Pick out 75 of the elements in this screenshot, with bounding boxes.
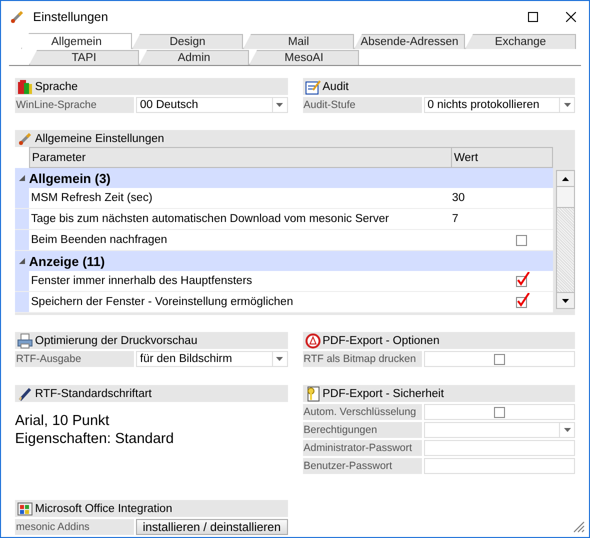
parameter-cell-text: Beim Beenden nachfragen bbox=[30, 233, 168, 248]
pencil-icon bbox=[17, 386, 33, 402]
dropdown-field[interactable]: 00 Deutsch bbox=[136, 97, 288, 113]
tab[interactable]: Allgemein bbox=[21, 33, 132, 49]
maximize-icon[interactable] bbox=[528, 12, 538, 22]
section-title: Allgemeine Einstellungen bbox=[35, 132, 164, 144]
tab[interactable]: Exchange bbox=[465, 34, 576, 49]
close-icon[interactable] bbox=[566, 12, 576, 22]
expand-icon[interactable] bbox=[19, 258, 25, 264]
caret-icon[interactable] bbox=[564, 103, 570, 107]
field-label: WinLine-Sprache bbox=[15, 97, 134, 113]
value-cell-text: 7 bbox=[451, 212, 460, 227]
tab[interactable]: Admin bbox=[139, 50, 249, 65]
group-row[interactable]: Allgemein (3) bbox=[15, 168, 553, 188]
wand-icon bbox=[9, 9, 25, 25]
field-label: Administrator-Passwort bbox=[302, 440, 422, 456]
parameter-cell-text: MSM Refresh Zeit (sec) bbox=[30, 191, 154, 206]
tree-row[interactable]: MSM Refresh Zeit (sec) 30 bbox=[15, 188, 553, 209]
group-title: Allgemein (3) bbox=[29, 170, 111, 186]
printer-icon bbox=[17, 332, 33, 348]
parameter-cell-text: Speichern der Fenster - Voreinstellung ermöglichen bbox=[30, 295, 294, 310]
notepad-icon bbox=[304, 78, 320, 94]
group-title: Anzeige (11) bbox=[29, 254, 105, 268]
tab[interactable]: TAPI bbox=[29, 50, 139, 65]
tab[interactable]: Absende-Adressen bbox=[354, 34, 465, 49]
checkbox[interactable] bbox=[494, 354, 505, 364]
tree-row[interactable]: Beim Beenden nachfragen bbox=[15, 230, 553, 251]
caret-icon[interactable] bbox=[564, 428, 570, 432]
field-label: RTF-Ausgabe bbox=[15, 351, 134, 367]
parameter-cell-text: Fenster immer innerhalb des Hauptfensters bbox=[30, 274, 254, 289]
group-row[interactable]: Anzeige (11) bbox=[15, 251, 553, 271]
caret-icon[interactable] bbox=[276, 103, 283, 107]
tab[interactable]: Design bbox=[132, 34, 243, 49]
font-description: Eigenschaften: Standard bbox=[15, 430, 175, 448]
column-header: Wert bbox=[453, 150, 480, 166]
section-title: Optimierung der Druckvorschau bbox=[35, 334, 198, 346]
checkbox[interactable] bbox=[494, 406, 505, 418]
tree-row[interactable]: Tage bis zum nächsten automatischen Download vom mesonic Server 7 bbox=[15, 209, 553, 230]
dropdown-field[interactable] bbox=[424, 422, 575, 438]
font-description: Arial, 10 Punkt bbox=[15, 412, 110, 430]
field-label: Berechtigungen bbox=[302, 422, 422, 438]
field-label: Autom. Verschlüsselung bbox=[302, 404, 422, 420]
input-field[interactable] bbox=[424, 458, 575, 474]
tab[interactable]: Mail bbox=[243, 34, 354, 49]
scroll-down-icon[interactable] bbox=[562, 298, 569, 302]
section-title: Sprache bbox=[35, 80, 78, 92]
tab[interactable]: MesoAI bbox=[249, 50, 359, 65]
section-title: PDF-Export - Optionen bbox=[322, 334, 440, 346]
section-title: Microsoft Office Integration bbox=[35, 502, 172, 514]
value-cell-text: 30 bbox=[451, 191, 466, 206]
dropdown-field[interactable]: für den Bildschirm bbox=[136, 351, 288, 367]
column-header: Parameter bbox=[30, 148, 452, 167]
checkbox[interactable] bbox=[516, 234, 527, 246]
dropdown-field[interactable]: 0 nichts protokollieren bbox=[424, 97, 575, 113]
input-field[interactable] bbox=[424, 440, 575, 456]
field-label: RTF als Bitmap drucken bbox=[302, 351, 422, 367]
section-title: RTF-Standardschriftart bbox=[35, 388, 152, 400]
window-title: Einstellungen bbox=[33, 10, 110, 24]
field-label: Audit-Stufe bbox=[302, 97, 422, 113]
resize-grip-icon[interactable] bbox=[573, 521, 585, 533]
wand-icon bbox=[17, 130, 33, 146]
key-icon bbox=[304, 386, 320, 402]
scrollbar[interactable] bbox=[556, 170, 575, 309]
install-button[interactable]: installieren / deinstallieren bbox=[136, 519, 288, 535]
field-label: mesonic Addins bbox=[15, 519, 134, 535]
section-title: Audit bbox=[322, 80, 349, 92]
caret-icon[interactable] bbox=[276, 357, 283, 361]
parameter-cell-text: Tage bis zum nächsten automatischen Download vom mesonic Server bbox=[30, 212, 390, 227]
field-label: Benutzer-Passwort bbox=[302, 458, 422, 474]
scroll-up-icon[interactable] bbox=[562, 176, 569, 180]
scroll-thumb[interactable] bbox=[557, 187, 574, 208]
section-title: PDF-Export - Sicherheit bbox=[322, 388, 444, 400]
expand-icon[interactable] bbox=[19, 175, 25, 181]
pdf-icon bbox=[304, 332, 320, 348]
books-icon bbox=[17, 78, 33, 94]
